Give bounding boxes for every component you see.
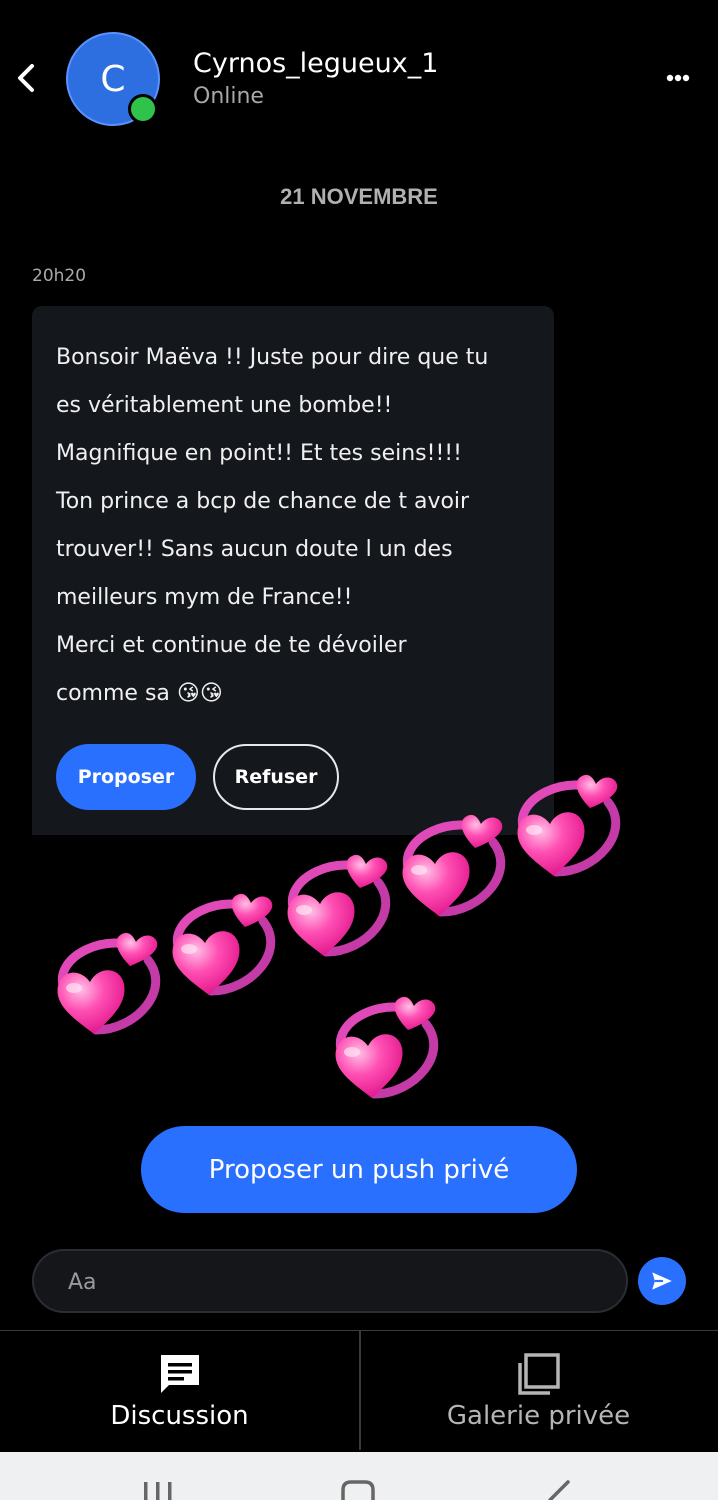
- tab-private-gallery-label: Galerie privée: [446, 1401, 631, 1431]
- refuse-button[interactable]: Refuser: [213, 744, 339, 810]
- gallery-icon: [518, 1353, 560, 1395]
- tab-private-gallery[interactable]: Galerie privée: [359, 1331, 718, 1453]
- propose-button[interactable]: Proposer: [56, 744, 196, 810]
- message-bubble: Bonsoir Maëva !! Juste pour dire que tu …: [32, 306, 554, 835]
- date-separator: 21 NOVEMBRE: [280, 184, 438, 209]
- message-line: Bonsoir Maëva !! Juste pour dire que tu: [56, 345, 489, 370]
- more-options-button[interactable]: [660, 68, 700, 88]
- revolving-hearts-icon: [395, 808, 515, 928]
- contact-name[interactable]: Cyrnos_legueux_1: [193, 48, 438, 79]
- tab-discussion-label: Discussion: [110, 1401, 249, 1431]
- propose-private-push-button[interactable]: Proposer un push privé: [141, 1126, 577, 1213]
- online-indicator: [128, 94, 158, 124]
- system-navigation-bar: [0, 1452, 718, 1500]
- message-line: meilleurs mym de France!!: [56, 585, 353, 610]
- tab-discussion[interactable]: Discussion: [0, 1331, 359, 1453]
- chat-header: C Cyrnos_legueux_1 Online: [0, 20, 718, 140]
- status-bar: [0, 0, 718, 8]
- more-dots-icon: [666, 74, 690, 82]
- revolving-hearts-icon: [50, 926, 170, 1046]
- message-input[interactable]: [66, 1261, 600, 1303]
- chat-icon: [161, 1355, 199, 1393]
- revolving-hearts-icon: [328, 990, 448, 1110]
- back-button[interactable]: [8, 58, 44, 98]
- tab-divider: [359, 1330, 361, 1450]
- message-line: trouver!! Sans aucun doute l un des: [56, 537, 453, 562]
- message-line: comme sa 😘😘: [56, 681, 223, 706]
- message-line: Magnifique en point!! Et tes seins!!!!: [56, 441, 462, 466]
- revolving-hearts-icon: [510, 768, 630, 888]
- revolving-hearts-icon: [280, 848, 400, 968]
- recent-apps-icon[interactable]: [140, 1478, 176, 1500]
- message-line: Ton prince a bcp de chance de t avoir: [56, 489, 470, 514]
- message-line: es véritablement une bombe!!: [56, 393, 393, 418]
- home-icon[interactable]: [340, 1478, 376, 1500]
- message-time: 20h20: [32, 266, 87, 286]
- message-composer: [32, 1249, 628, 1313]
- contact-status: Online: [193, 84, 264, 109]
- back-nav-icon[interactable]: [544, 1478, 574, 1500]
- send-icon: [652, 1272, 672, 1290]
- chevron-left-icon: [18, 64, 34, 92]
- revolving-hearts-icon: [165, 887, 285, 1007]
- send-button[interactable]: [638, 1257, 686, 1305]
- message-line: Merci et continue de te dévoiler: [56, 633, 407, 658]
- avatar-initial: C: [100, 58, 126, 100]
